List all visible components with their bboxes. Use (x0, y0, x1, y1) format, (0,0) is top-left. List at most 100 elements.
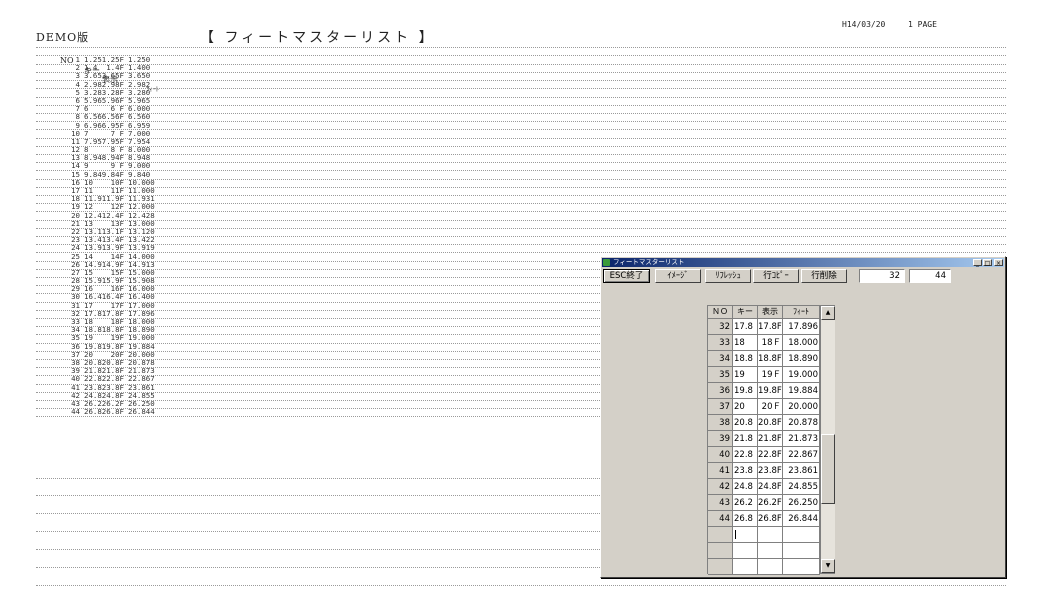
grid-cell-ft[interactable]: 24.855 (783, 479, 820, 495)
grid-header-key[interactable]: キー (733, 306, 758, 319)
grid-cell-ft[interactable]: 18.890 (783, 351, 820, 367)
grid-row[interactable]: 40 22.8 22.8F 22.867 (708, 447, 820, 463)
grid-cell-no (708, 543, 733, 559)
toolbar: ESC終了 ｲﾒｰｼﾞ ﾘﾌﾚｯｼｭ 行ｺﾋﾟｰ 行削除 32 44 (601, 268, 1005, 286)
grid-cell-key[interactable]: 24.8 (733, 479, 758, 495)
grid-row[interactable]: 41 23.8 23.8F 23.861 (708, 463, 820, 479)
scroll-down-arrow-icon[interactable]: ▼ (821, 559, 835, 573)
grid-row[interactable]: 32 17.8 17.8F 17.896 (708, 319, 820, 335)
grid-cell-disp[interactable] (758, 559, 783, 575)
grid-cell-disp[interactable]: 20.8F (758, 415, 783, 431)
report-row-divider (36, 129, 1006, 131)
report-row-divider (36, 112, 1006, 114)
minimize-button[interactable]: _ (973, 259, 982, 267)
grid-cell-key[interactable]: 19.8 (733, 383, 758, 399)
grid-cell-ft[interactable]: 18.000 (783, 335, 820, 351)
grid-cell-ft[interactable]: 19.884 (783, 383, 820, 399)
grid-cell-disp[interactable]: 20Ｆ (758, 399, 783, 415)
scroll-up-arrow-icon[interactable]: ▲ (821, 306, 835, 320)
grid-cell-ft[interactable]: 26.250 (783, 495, 820, 511)
grid-row[interactable]: 42 24.8 24.8F 24.855 (708, 479, 820, 495)
grid-header-no[interactable]: ＮＯ (708, 306, 733, 319)
grid-cell-ft[interactable]: 17.896 (783, 319, 820, 335)
grid-cell-ft[interactable]: 22.867 (783, 447, 820, 463)
grid-cell-ft[interactable]: 21.873 (783, 431, 820, 447)
grid-header-ft[interactable]: ﾌｨｰﾄ (783, 306, 820, 319)
grid-cell-key[interactable]: 19 (733, 367, 758, 383)
grid-cell-no: 32 (708, 319, 733, 335)
window-title: フィートマスターリスト (613, 258, 685, 266)
grid-cell-ft[interactable]: 19.000 (783, 367, 820, 383)
grid-cell-disp[interactable]: 24.8F (758, 479, 783, 495)
grid-cell-ft[interactable] (783, 559, 820, 575)
grid-cell-disp[interactable]: 18.8F (758, 351, 783, 367)
grid-header-disp[interactable]: 表示 (758, 306, 783, 319)
grid-cell-no: 41 (708, 463, 733, 479)
refresh-button[interactable]: ﾘﾌﾚｯｼｭ (705, 269, 751, 283)
feet-master-list-window: フィートマスターリスト _ □ × ESC終了 ｲﾒｰｼﾞ ﾘﾌﾚｯｼｭ 行ｺﾋ… (600, 256, 1006, 578)
grid-empty-row[interactable] (708, 559, 820, 575)
grid-cell-key[interactable]: 21.8 (733, 431, 758, 447)
title-bar[interactable]: フィートマスターリスト _ □ × (602, 258, 1004, 267)
grid-row[interactable]: 34 18.8 18.8F 18.890 (708, 351, 820, 367)
esc-exit-button[interactable]: ESC終了 (603, 269, 650, 283)
report-row-divider (36, 194, 1006, 196)
grid-row[interactable]: 33 18 18Ｆ 18.000 (708, 335, 820, 351)
report-cell-ft: 26.844 (128, 407, 155, 417)
grid-row[interactable]: 36 19.8 19.8F 19.884 (708, 383, 820, 399)
report-row-divider (36, 96, 1006, 98)
grid-empty-row[interactable] (708, 543, 820, 559)
grid-cell-ft[interactable]: 20.000 (783, 399, 820, 415)
report-row-divider (36, 104, 1006, 106)
grid-cell-ft[interactable]: 26.844 (783, 511, 820, 527)
grid-row[interactable]: 44 26.8 26.8F 26.844 (708, 511, 820, 527)
grid-cell-key[interactable]: 26.8 (733, 511, 758, 527)
row-delete-button[interactable]: 行削除 (801, 269, 847, 283)
grid-cell-disp[interactable]: 26.8F (758, 511, 783, 527)
grid-cell-key[interactable] (733, 543, 758, 559)
close-button[interactable]: × (994, 259, 1003, 267)
grid-cell-key[interactable]: 20 (733, 399, 758, 415)
grid-new-row[interactable] (708, 527, 820, 543)
grid-cell-key[interactable]: 18 (733, 335, 758, 351)
grid-row[interactable]: 35 19 19Ｆ 19.000 (708, 367, 820, 383)
report-row-divider (36, 145, 1006, 147)
grid-cell-disp[interactable] (758, 527, 783, 543)
grid-cell-disp[interactable]: 17.8F (758, 319, 783, 335)
grid-cell-disp[interactable]: 23.8F (758, 463, 783, 479)
grid-cell-ft[interactable] (783, 527, 820, 543)
grid-cell-ft[interactable]: 23.861 (783, 463, 820, 479)
grid-cell-disp[interactable]: 19.8F (758, 383, 783, 399)
grid-vertical-scrollbar[interactable]: ▲ ▼ (821, 305, 835, 574)
grid-cell-disp[interactable]: 22.8F (758, 447, 783, 463)
grid-cell-key[interactable] (733, 559, 758, 575)
grid-cell-no: 43 (708, 495, 733, 511)
grid-cell-ft[interactable] (783, 543, 820, 559)
data-grid: ＮＯ キー 表示 ﾌｨｰﾄ 32 17.8 17.8F 17.896 33 18 18Ｆ 18… (707, 305, 821, 575)
row-copy-button[interactable]: 行ｺﾋﾟｰ (753, 269, 799, 283)
grid-cell-key[interactable]: 17.8 (733, 319, 758, 335)
grid-cell-disp[interactable] (758, 543, 783, 559)
grid-row[interactable]: 37 20 20Ｆ 20.000 (708, 399, 820, 415)
report-row-divider (36, 235, 1006, 237)
report-date: H14/03/20 (842, 20, 886, 29)
grid-row[interactable]: 38 20.8 20.8F 20.878 (708, 415, 820, 431)
grid-cell-key[interactable]: 18.8 (733, 351, 758, 367)
grid-cell-disp[interactable]: 19Ｆ (758, 367, 783, 383)
grid-cell-disp[interactable]: 26.2F (758, 495, 783, 511)
grid-cell-disp[interactable]: 21.8F (758, 431, 783, 447)
grid-cell-disp[interactable]: 18Ｆ (758, 335, 783, 351)
grid-cell-key[interactable]: 20.8 (733, 415, 758, 431)
grid-cell-key[interactable]: 22.8 (733, 447, 758, 463)
grid-cell-key[interactable] (733, 527, 758, 543)
current-row-field[interactable]: 32 (859, 269, 905, 283)
grid-cell-ft[interactable]: 20.878 (783, 415, 820, 431)
grid-row[interactable]: 39 21.8 21.8F 21.873 (708, 431, 820, 447)
grid-cell-key[interactable]: 26.2 (733, 495, 758, 511)
scrollbar-thumb[interactable] (821, 434, 835, 504)
grid-row[interactable]: 43 26.2 26.2F 26.250 (708, 495, 820, 511)
grid-cell-key[interactable]: 23.8 (733, 463, 758, 479)
maximize-button[interactable]: □ (983, 259, 992, 267)
image-button[interactable]: ｲﾒｰｼﾞ (655, 269, 701, 283)
report-cell-disp: 26.8F (101, 407, 124, 417)
